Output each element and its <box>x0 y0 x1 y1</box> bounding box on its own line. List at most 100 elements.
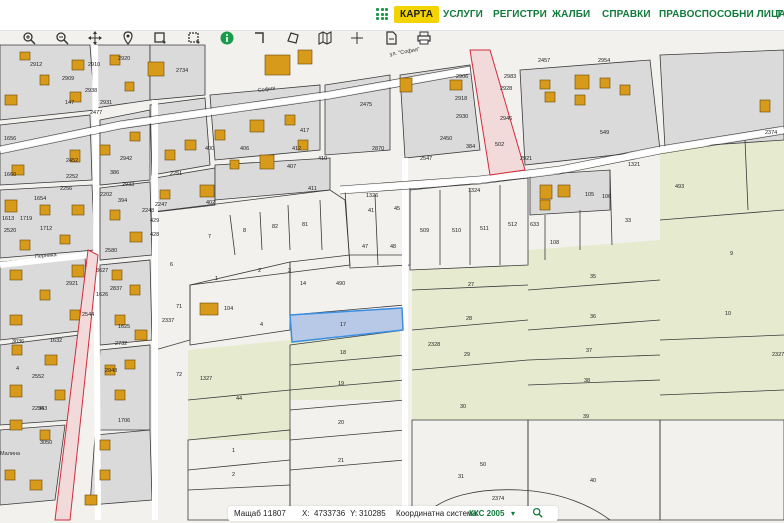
marker-icon[interactable] <box>121 31 135 45</box>
svg-text:2202: 2202 <box>100 192 112 198</box>
nav-map[interactable]: КАРТА <box>394 6 440 23</box>
select-rect-icon[interactable] <box>187 31 201 45</box>
svg-text:428: 428 <box>150 232 159 238</box>
svg-text:18: 18 <box>340 350 346 356</box>
scale-value[interactable]: 1807 <box>268 509 286 518</box>
svg-text:2837: 2837 <box>110 286 122 292</box>
map-status-bar: Мащаб 1: 1807 X: 4733736 Y: 310285 Коорд… <box>228 506 558 521</box>
svg-text:2457: 2457 <box>538 58 550 64</box>
svg-text:30: 30 <box>460 404 466 410</box>
svg-text:2931: 2931 <box>100 100 112 106</box>
svg-text:2475: 2475 <box>360 102 372 108</box>
svg-text:2327: 2327 <box>772 352 784 358</box>
nav-registers[interactable]: РЕГИСТРИ <box>493 9 547 20</box>
measure-line-icon[interactable] <box>253 31 267 45</box>
svg-text:20: 20 <box>338 420 344 426</box>
svg-text:411: 411 <box>308 186 317 192</box>
svg-text:2938: 2938 <box>85 88 97 94</box>
svg-text:1660: 1660 <box>4 172 16 178</box>
nav-services[interactable]: УСЛУГИ <box>443 9 483 20</box>
svg-text:41: 41 <box>368 208 374 214</box>
svg-text:493: 493 <box>675 184 684 190</box>
cadastral-map[interactable]: 2912 29102920 290927342906 29832457 2954 1… <box>0 0 784 523</box>
crosshair-icon[interactable] <box>350 31 364 45</box>
svg-text:2946: 2946 <box>500 116 512 122</box>
svg-text:147: 147 <box>65 100 74 106</box>
svg-text:2252: 2252 <box>66 174 78 180</box>
svg-text:6: 6 <box>170 262 173 268</box>
svg-text:511: 511 <box>480 226 489 232</box>
coordinate-system-select[interactable]: ККС 2005 <box>469 509 504 518</box>
svg-text:2910: 2910 <box>88 62 100 68</box>
svg-text:81: 81 <box>302 222 308 228</box>
svg-text:490: 490 <box>336 281 345 287</box>
svg-text:3627: 3627 <box>96 268 108 274</box>
svg-text:2247: 2247 <box>155 202 167 208</box>
svg-text:407: 407 <box>287 164 296 170</box>
y-coordinate-value: 310285 <box>359 509 386 518</box>
info-icon[interactable] <box>220 31 234 45</box>
svg-text:1: 1 <box>232 448 235 454</box>
zoom-in-icon[interactable] <box>22 31 36 45</box>
svg-text:2948: 2948 <box>105 368 117 374</box>
svg-text:2: 2 <box>232 472 235 478</box>
svg-text:105: 105 <box>585 192 594 198</box>
nav-licensed-persons[interactable]: ПРАВОСПОСОБНИ ЛИЦА <box>659 9 784 20</box>
svg-text:2921: 2921 <box>66 281 78 287</box>
svg-text:2374: 2374 <box>492 496 504 502</box>
document-icon[interactable] <box>384 31 398 45</box>
svg-text:2248: 2248 <box>142 208 154 214</box>
svg-text:1326: 1326 <box>366 193 378 199</box>
map-toolbar <box>0 31 784 46</box>
nav-references[interactable]: СПРАВКИ <box>602 9 651 20</box>
svg-text:502: 502 <box>495 142 504 148</box>
svg-text:2: 2 <box>258 268 261 274</box>
svg-text:37: 37 <box>586 348 592 354</box>
nav-more[interactable]: Т <box>776 9 782 20</box>
svg-text:2920: 2920 <box>118 56 130 62</box>
svg-text:1632: 1632 <box>50 338 62 344</box>
svg-text:2930: 2930 <box>456 114 468 120</box>
svg-text:2547: 2547 <box>420 156 432 162</box>
apps-grid-icon[interactable] <box>376 8 388 20</box>
svg-text:386: 386 <box>110 170 119 176</box>
select-box-icon[interactable] <box>153 31 167 45</box>
svg-text:3050: 3050 <box>40 440 52 446</box>
svg-text:2732: 2732 <box>115 341 127 347</box>
map-layers-icon[interactable] <box>318 31 332 45</box>
zoom-out-icon[interactable] <box>55 31 69 45</box>
svg-text:29: 29 <box>464 352 470 358</box>
street-label-malina: Малина <box>0 451 21 457</box>
svg-text:2918: 2918 <box>455 96 467 102</box>
svg-text:406: 406 <box>240 146 249 152</box>
svg-text:394: 394 <box>118 198 127 204</box>
svg-text:2921: 2921 <box>520 156 532 162</box>
svg-text:2906: 2906 <box>456 74 468 80</box>
svg-text:2552: 2552 <box>32 374 44 380</box>
svg-text:2954: 2954 <box>598 58 610 64</box>
svg-text:1324: 1324 <box>468 188 480 194</box>
measure-area-icon[interactable] <box>286 31 300 45</box>
svg-text:2477: 2477 <box>90 110 102 116</box>
svg-text:410: 410 <box>318 156 327 162</box>
chevron-down-icon[interactable]: ▾ <box>511 509 515 518</box>
svg-text:1654: 1654 <box>34 196 46 202</box>
svg-text:402: 402 <box>206 200 215 206</box>
svg-text:35: 35 <box>590 274 596 280</box>
svg-text:27: 27 <box>468 282 474 288</box>
svg-text:1625: 1625 <box>118 324 130 330</box>
svg-text:82: 82 <box>272 224 278 230</box>
svg-text:3036: 3036 <box>12 339 24 345</box>
svg-text:2520: 2520 <box>4 228 16 234</box>
svg-text:106: 106 <box>602 194 611 200</box>
svg-text:2251: 2251 <box>170 171 182 177</box>
svg-text:38: 38 <box>584 378 590 384</box>
svg-text:1706: 1706 <box>118 418 130 424</box>
svg-text:19: 19 <box>338 381 344 387</box>
svg-text:963: 963 <box>38 406 47 412</box>
pan-icon[interactable] <box>88 31 102 45</box>
svg-text:2256: 2256 <box>60 186 72 192</box>
search-icon[interactable] <box>532 507 543 520</box>
nav-complaints[interactable]: ЖАЛБИ <box>552 9 590 20</box>
print-icon[interactable] <box>417 31 431 45</box>
